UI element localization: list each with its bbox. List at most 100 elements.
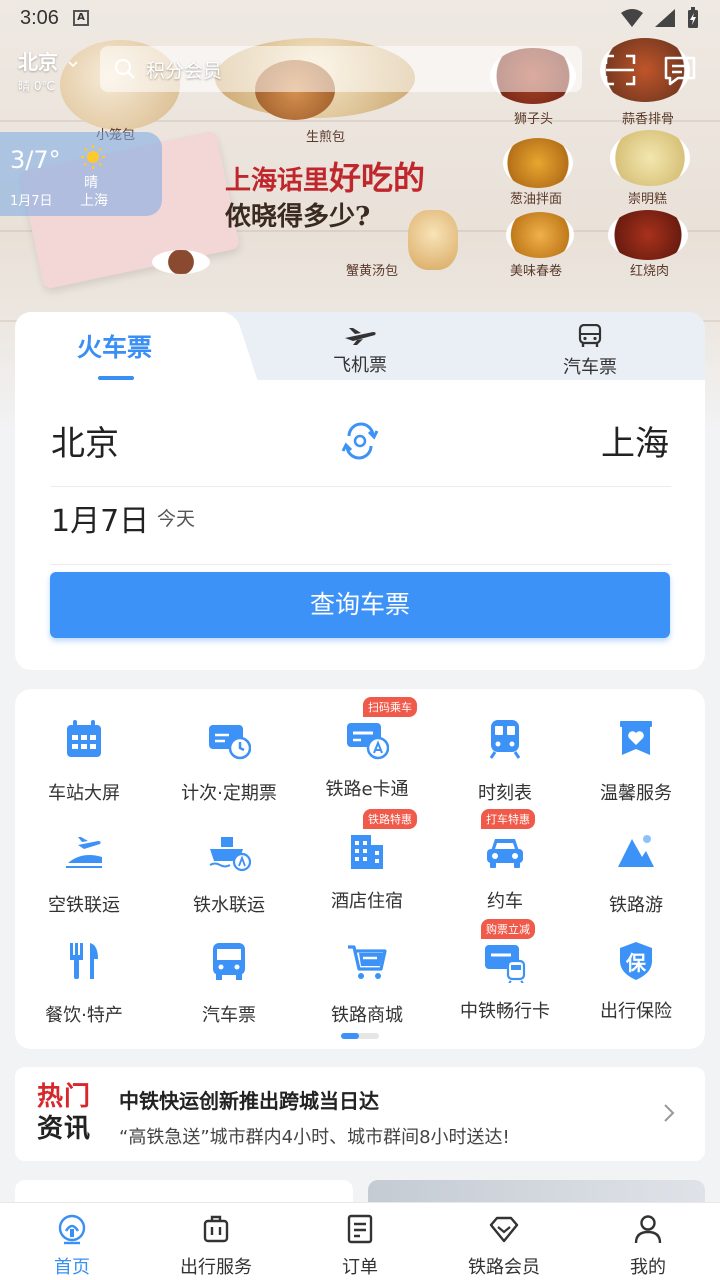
service-label: 铁路商城 [331, 1005, 403, 1026]
scan-icon[interactable] [600, 50, 640, 90]
service-label: 铁路游 [609, 895, 663, 916]
cart-icon [348, 945, 387, 979]
signal-icon [655, 9, 675, 27]
services-grid: 车站大屏 计次·定期票 扫码乘车 铁路e卡通 时刻表 温馨服务 空铁联运 铁水联… [15, 689, 705, 1049]
message-icon[interactable] [660, 50, 700, 90]
dish-label: 崇明糕 [628, 192, 668, 207]
tab-bus-ticket[interactable]: 汽车票 [545, 323, 635, 379]
chevron-right-icon [664, 1104, 675, 1122]
service-label: 时刻表 [478, 783, 532, 804]
service-station-screen[interactable]: 车站大屏 [15, 717, 153, 805]
tab-label: 汽车票 [563, 357, 617, 378]
nav-home[interactable]: 首页 [0, 1203, 144, 1280]
weather-brief: 晴 0℃ [18, 79, 55, 93]
service-travel-insurance[interactable]: 保 出行保险 [567, 939, 705, 1023]
service-timetable[interactable]: 时刻表 [436, 717, 574, 805]
divider [51, 486, 671, 487]
to-city[interactable]: 上海 [601, 416, 669, 465]
hotel-icon-wrap: 铁路特惠 [345, 809, 417, 873]
bottom-navigation: 首页 出行服务 订单 铁路会员 我的 [0, 1202, 720, 1280]
user-icon [634, 1215, 662, 1244]
headline-part: 上海话里 [225, 166, 330, 196]
tab-label: 火车票 [77, 333, 153, 362]
tab-train-ticket[interactable]: 火车票 [15, 312, 225, 384]
scallion-noodles-image [503, 138, 573, 188]
sauce-dish-image [152, 250, 210, 274]
hot-news-card[interactable]: 热门 资讯 中铁快运创新推出跨城当日达 “高铁急送”城市群内4小时、城市群间8小… [15, 1067, 705, 1161]
service-bus-ticket[interactable]: 汽车票 [160, 939, 298, 1027]
ship-rail-icon [209, 837, 252, 872]
news-title: 中铁快运创新推出跨城当日达 [119, 1089, 379, 1113]
dish-label: 狮子头 [514, 112, 554, 127]
weather-card[interactable]: 3/7° 1月7日 晴 上海 [0, 132, 162, 216]
service-rail-tour[interactable]: 铁路游 [567, 829, 705, 917]
service-hotel[interactable]: 铁路特惠 酒店住宿 [298, 809, 436, 913]
tab-flight-ticket[interactable]: 飞机票 [315, 324, 405, 377]
service-caring[interactable]: 温馨服务 [567, 717, 705, 805]
travel-date[interactable]: 1月7日 [51, 496, 149, 540]
card-rail-icon-wrap: 扫码乘车 [345, 697, 417, 761]
chevron-down-icon [68, 61, 78, 68]
query-tickets-button[interactable]: 查询车票 [50, 572, 670, 638]
card-train-icon-wrap: 购票立减 [481, 919, 535, 984]
bus-icon [213, 943, 245, 980]
service-china-rail-card[interactable]: 购票立减 中铁畅行卡 [436, 919, 574, 1023]
weather-condition: 晴 [84, 175, 98, 191]
service-label: 铁水联运 [193, 895, 265, 916]
service-label: 车站大屏 [48, 783, 120, 804]
search-input[interactable]: 积分会员 [100, 46, 582, 92]
dish-label: 红烧肉 [630, 264, 670, 279]
current-city: 北京 [18, 50, 58, 74]
diamond-icon [489, 1216, 519, 1243]
headline-subline: 侬晓得多少? [225, 202, 371, 232]
news-description: “高铁急送”城市群内4小时、城市群间8小时送达! [119, 1127, 510, 1148]
shield-icon-wrap: 保 [614, 939, 658, 983]
service-dining[interactable]: 餐饮·特产 [15, 939, 153, 1027]
fork-knife-icon [70, 943, 98, 979]
nav-label: 首页 [54, 1257, 90, 1278]
service-ride-hailing[interactable]: 打车特惠 约车 [436, 809, 574, 913]
service-count-period-ticket[interactable]: 计次·定期票 [160, 717, 298, 805]
tab-label: 飞机票 [333, 355, 387, 376]
sun-icon [81, 145, 105, 169]
home-rail-icon [58, 1214, 86, 1245]
ticket-form: 北京 上海 1月7日 今天 查询车票 [15, 380, 705, 670]
promo-tag: 打车特惠 [481, 809, 535, 829]
bus-icon [578, 323, 602, 347]
hotel-icon [351, 835, 383, 869]
service-rail-water[interactable]: 铁水联运 [160, 829, 298, 917]
battery-icon [688, 7, 698, 28]
order-icon [347, 1214, 373, 1244]
headline-emphasis: 好吃的 [329, 159, 426, 197]
car-icon-wrap: 打车特惠 [481, 809, 535, 873]
nav-orders[interactable]: 订单 [288, 1203, 432, 1280]
location-selector[interactable]: 北京 晴 0℃ [18, 46, 79, 94]
nav-profile[interactable]: 我的 [576, 1203, 720, 1280]
promo-tag: 铁路特惠 [363, 809, 417, 829]
heart-box-icon [620, 721, 652, 755]
from-city[interactable]: 北京 [51, 416, 119, 465]
swap-stations-icon[interactable] [341, 422, 379, 460]
weather-place: 上海 [80, 193, 108, 209]
dish-label: 生煎包 [306, 130, 346, 145]
service-label: 铁路e卡通 [325, 779, 409, 800]
hot-news-logo: 热门 资讯 [37, 1081, 97, 1145]
service-rail-mall[interactable]: 铁路商城 [298, 939, 436, 1027]
banner-headline: 上海话里好吃的 侬晓得多少? [225, 160, 425, 235]
promo-tag: 扫码乘车 [363, 697, 417, 717]
dish-label: 蒜香排骨 [622, 112, 675, 127]
service-label: 酒店住宿 [331, 891, 403, 912]
service-air-rail[interactable]: 空铁联运 [15, 829, 153, 917]
nav-rail-membership[interactable]: 铁路会员 [432, 1203, 576, 1280]
service-rail-ecard[interactable]: 扫码乘车 铁路e卡通 [298, 697, 436, 801]
promo-tag: 购票立减 [481, 919, 535, 939]
nav-label: 铁路会员 [468, 1257, 540, 1278]
calendar-icon [67, 720, 101, 757]
status-time: 3:06 [20, 6, 59, 29]
notification-a-icon: A [72, 10, 89, 26]
temperature-range: 3/7° [10, 146, 61, 174]
ticket-clock-icon [209, 725, 252, 760]
travel-date-note: 今天 [157, 508, 196, 530]
nav-travel-services[interactable]: 出行服务 [144, 1203, 288, 1280]
hot-news-logo-line1: 热门 [37, 1082, 92, 1112]
